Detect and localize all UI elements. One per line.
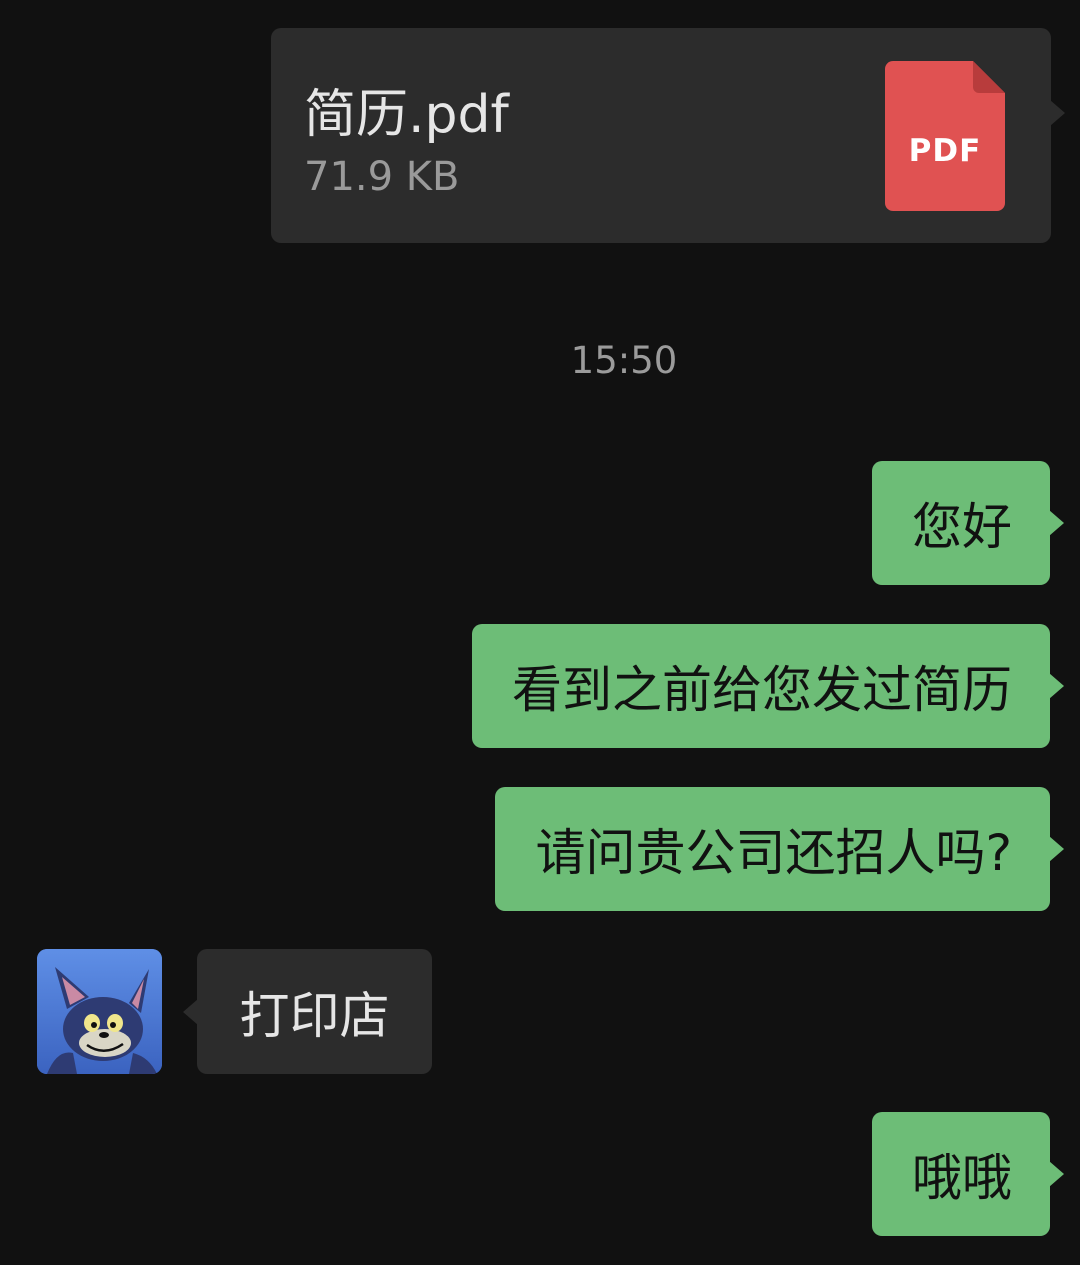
message-timestamp: 15:50 — [570, 339, 678, 382]
file-message-bubble[interactable]: 简历.pdf 71.9 KB PDF — [271, 28, 1065, 243]
file-name: 简历.pdf — [304, 85, 509, 145]
incoming-message-bubble[interactable]: 打印店 — [197, 949, 432, 1074]
pdf-icon-label: PDF — [908, 133, 982, 169]
message-text: 您好 — [912, 498, 1012, 556]
outgoing-message-bubble[interactable]: 您好 — [872, 461, 1050, 585]
outgoing-message-bubble[interactable]: 哦哦 — [872, 1112, 1050, 1236]
message-text: 看到之前给您发过简历 — [512, 661, 1012, 719]
message-text: 打印店 — [239, 986, 390, 1045]
cartoon-cat-avatar[interactable] — [37, 949, 162, 1074]
message-text: 请问贵公司还招人吗? — [535, 824, 1012, 882]
file-size: 71.9 KB — [304, 154, 460, 200]
outgoing-message-bubble[interactable]: 看到之前给您发过简历 — [472, 624, 1050, 748]
message-text: 哦哦 — [912, 1149, 1012, 1207]
pdf-file-icon: PDF — [885, 61, 1005, 211]
outgoing-message-bubble[interactable]: 请问贵公司还招人吗? — [495, 787, 1050, 911]
